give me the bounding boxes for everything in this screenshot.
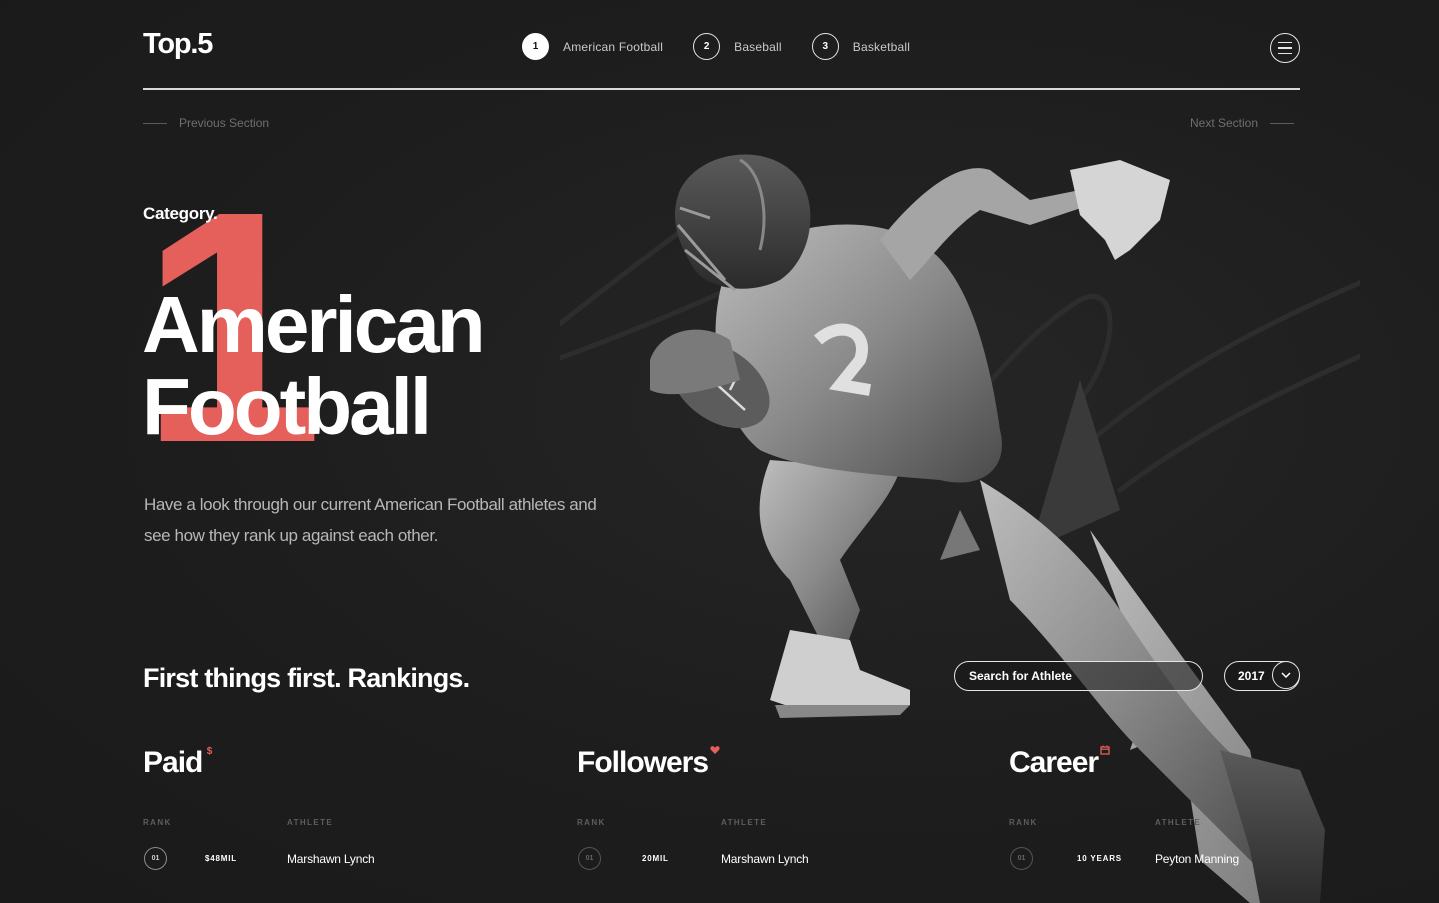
column-title: Followers	[577, 746, 709, 779]
calendar-icon	[1100, 745, 1110, 755]
header-divider	[143, 88, 1300, 90]
athlete-header: ATHLETE	[721, 818, 768, 827]
category-label: Category.	[143, 204, 218, 223]
metric-value: 20MIL	[642, 854, 669, 863]
logo[interactable]: Top.5	[143, 28, 213, 61]
page: Top.5 1 American Football 2 Baseball 3 B…	[0, 0, 1439, 903]
year-select[interactable]: 2017	[1224, 661, 1300, 691]
next-section-label: Next Section	[1190, 116, 1259, 130]
rank-badge: 01	[144, 847, 167, 870]
step-number: 1	[522, 33, 549, 60]
table-row[interactable]: 01 20MIL Marshawn Lynch	[577, 847, 957, 871]
paid-column: Paid $ RANK ATHLETE 01 $48MIL Marshawn L…	[143, 746, 375, 870]
rank-badge: 01	[578, 847, 601, 870]
menu-icon[interactable]	[1270, 33, 1300, 63]
column-title: Paid	[143, 746, 203, 779]
title-line-2: Football	[142, 362, 432, 451]
rank-header: RANK	[1009, 818, 1038, 827]
athlete-header: ATHLETE	[287, 818, 334, 827]
table-row[interactable]: 01 $48MIL Marshawn Lynch	[143, 847, 523, 871]
followers-column: Followers RANK ATHLETE 01 20MIL Marshawn…	[577, 746, 809, 870]
step-label: Baseball	[734, 39, 782, 54]
page-title: American Football	[142, 284, 486, 451]
rank-header: RANK	[577, 818, 606, 827]
athlete-name: Peyton Manning	[1155, 852, 1239, 866]
athlete-name: Marshawn Lynch	[287, 852, 375, 866]
athlete-header: ATHLETE	[1155, 818, 1202, 827]
table-row[interactable]: 01 10 YEARS Peyton Manning	[1009, 847, 1389, 871]
step-number: 3	[811, 33, 839, 60]
step-basketball[interactable]: 3 Basketball	[811, 33, 911, 60]
column-title: Career	[1009, 746, 1099, 779]
step-label: Basketball	[852, 39, 911, 54]
title-line-1: American	[142, 280, 486, 369]
dash-icon	[1270, 122, 1295, 124]
paid-title: Paid $	[143, 746, 214, 780]
metric-value: $48MIL	[205, 854, 237, 863]
football-player-image	[560, 154, 1360, 903]
rank-header: RANK	[143, 818, 172, 827]
step-label: American Football	[563, 39, 664, 54]
next-section-link[interactable]: Next Section	[1190, 116, 1295, 130]
chevron-down-icon[interactable]	[1272, 661, 1300, 689]
followers-title: Followers	[577, 746, 720, 780]
dollar-icon: $	[207, 746, 214, 755]
category-steps: 1 American Football 2 Baseball 3 Basketb…	[522, 33, 940, 60]
dash-icon	[143, 122, 167, 124]
rankings-heading: First things first. Rankings.	[143, 663, 470, 693]
previous-section-label: Previous Section	[179, 116, 270, 130]
step-american-football[interactable]: 1 American Football	[522, 33, 663, 60]
svg-text:$: $	[207, 746, 213, 755]
athlete-name: Marshawn Lynch	[721, 852, 809, 866]
previous-section-link[interactable]: Previous Section	[143, 116, 269, 130]
step-baseball[interactable]: 2 Baseball	[693, 33, 782, 60]
heart-icon	[710, 746, 720, 754]
career-column: Career RANK ATHLETE 01 10 YEARS Peyton M…	[1009, 745, 1239, 870]
search-input[interactable]	[954, 661, 1203, 691]
metric-value: 10 YEARS	[1077, 854, 1122, 863]
career-title: Career	[1009, 745, 1110, 780]
step-number: 2	[693, 33, 721, 60]
rank-badge: 01	[1010, 847, 1033, 870]
hero-description: Have a look through our current American…	[144, 495, 597, 545]
year-value: 2017	[1238, 669, 1265, 683]
